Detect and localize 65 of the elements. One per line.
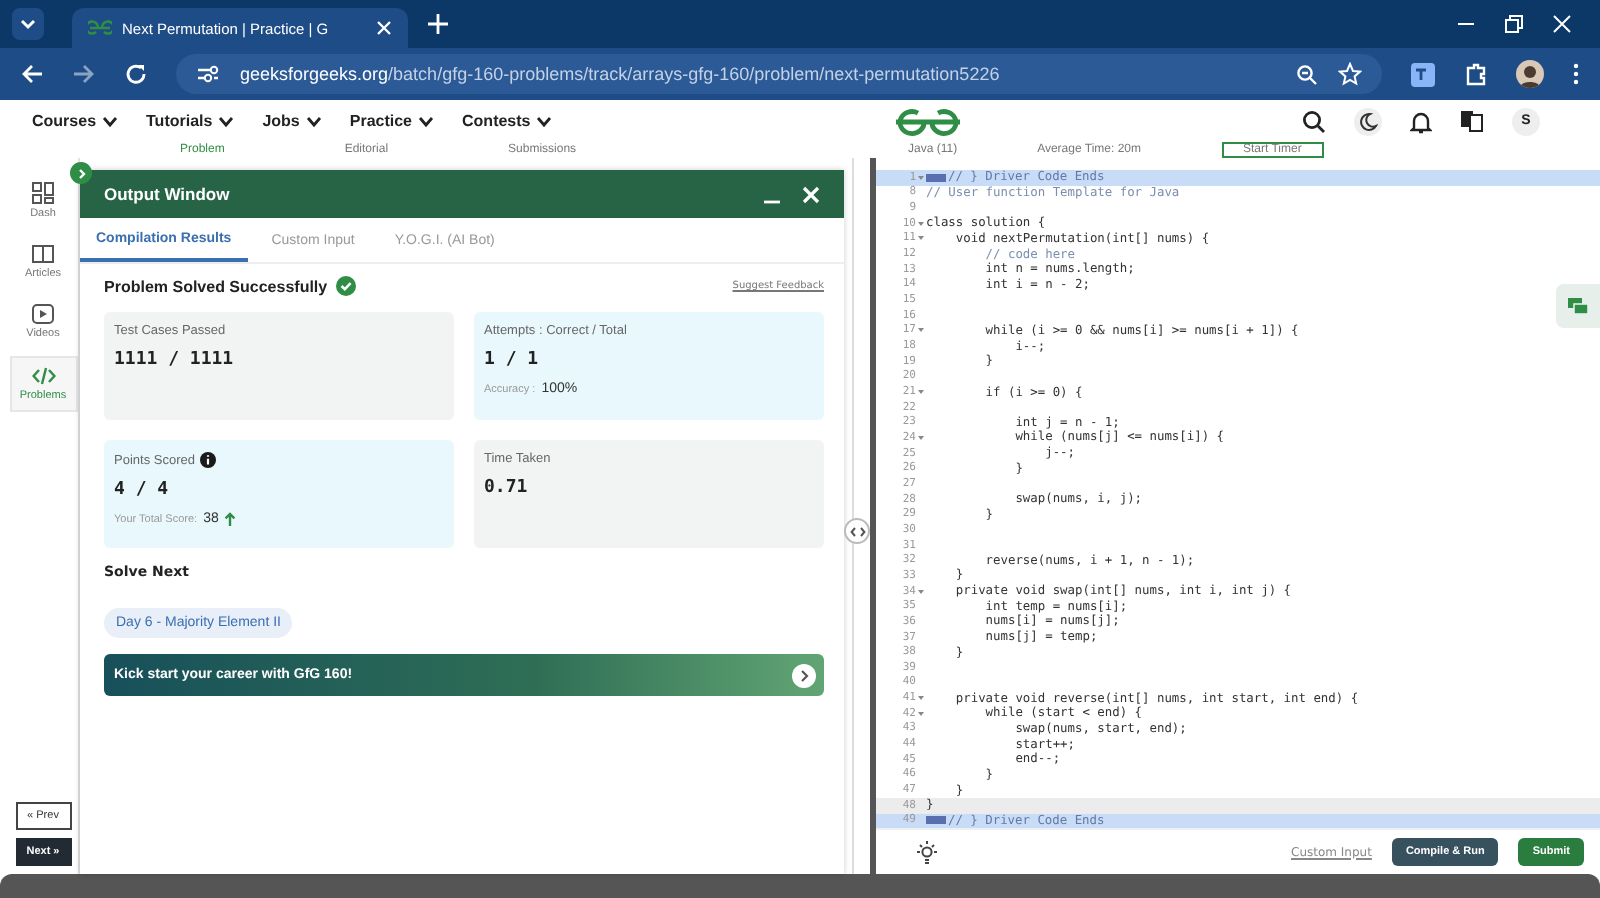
nav-menu-item[interactable]: Contests (462, 112, 553, 130)
book-icon (32, 244, 54, 264)
info-icon[interactable] (200, 452, 217, 468)
close-icon[interactable] (802, 185, 820, 203)
fold-icon[interactable] (918, 175, 924, 180)
zoom-icon[interactable] (1296, 63, 1318, 85)
caret-icon (102, 115, 119, 127)
grid-icon (32, 182, 54, 204)
caret-icon (418, 115, 435, 127)
forward-icon[interactable] (72, 62, 96, 86)
bookmark-star-icon[interactable] (1338, 62, 1362, 86)
fold-icon[interactable] (918, 696, 924, 701)
address-bar[interactable]: geeksforgeeks.org/batch/gfg-160-problems/track/arrays-gfg-160/problem/next-permutation5226 (176, 54, 1382, 94)
play-icon (32, 304, 54, 324)
card-value: 4 / 4 (114, 480, 171, 500)
scrollbar[interactable] (0, 874, 1600, 898)
search-icon[interactable] (1302, 109, 1326, 133)
window-title: Output Window (104, 184, 230, 204)
fold-icon[interactable] (918, 435, 924, 440)
nav-menu-item[interactable]: Practice (349, 112, 435, 130)
logo-icon[interactable] (891, 107, 964, 135)
code-icon (849, 525, 865, 537)
status-message: Problem Solved Successfully (104, 277, 328, 295)
fold-icon[interactable] (918, 221, 924, 226)
fold-marker[interactable] (926, 816, 946, 825)
new-tab-icon[interactable] (428, 14, 448, 34)
resize-handle[interactable] (844, 518, 870, 544)
dark-mode-button[interactable] (1354, 107, 1382, 135)
card-value: 1 / 1 (484, 350, 541, 370)
tab-search-button[interactable] (12, 8, 44, 40)
profile-avatar[interactable] (1516, 60, 1544, 88)
caret-icon (218, 115, 235, 127)
fold-icon[interactable] (918, 589, 924, 594)
code-icon (31, 366, 55, 386)
reload-icon[interactable] (124, 62, 148, 86)
extension-icon[interactable] (1464, 62, 1488, 86)
fold-icon[interactable] (918, 328, 924, 333)
check-circle-icon (335, 276, 356, 296)
caret-icon (536, 115, 553, 127)
caret-icon (18, 14, 38, 34)
menu-icon[interactable] (1572, 62, 1580, 86)
card-value: 1111 / 1111 (114, 350, 236, 370)
fold-marker[interactable] (926, 173, 946, 182)
fold-icon[interactable] (918, 390, 924, 395)
card-value: 0.71 (484, 478, 530, 498)
close-icon[interactable] (1552, 14, 1572, 34)
site-settings-icon (196, 64, 220, 84)
fold-icon[interactable] (918, 711, 924, 716)
nav-menu-item[interactable]: Courses (32, 112, 119, 130)
close-icon[interactable] (376, 20, 392, 36)
nav-menu-item[interactable]: Tutorials (146, 112, 235, 130)
person-icon (1520, 64, 1540, 88)
nav-menu-item[interactable]: Jobs (262, 112, 322, 130)
bell-icon[interactable] (1410, 109, 1432, 133)
caret-icon (305, 115, 322, 127)
fold-icon[interactable] (918, 236, 924, 241)
chat-icon (1568, 297, 1588, 315)
moon-icon (1358, 111, 1378, 131)
restore-icon[interactable] (1504, 14, 1524, 34)
chevron-circle-icon (792, 663, 816, 687)
back-icon[interactable] (20, 62, 44, 86)
chevron-icon (75, 167, 87, 179)
site-icon (88, 20, 112, 36)
chat-button[interactable] (1556, 284, 1600, 328)
bulb-icon[interactable] (916, 840, 938, 865)
